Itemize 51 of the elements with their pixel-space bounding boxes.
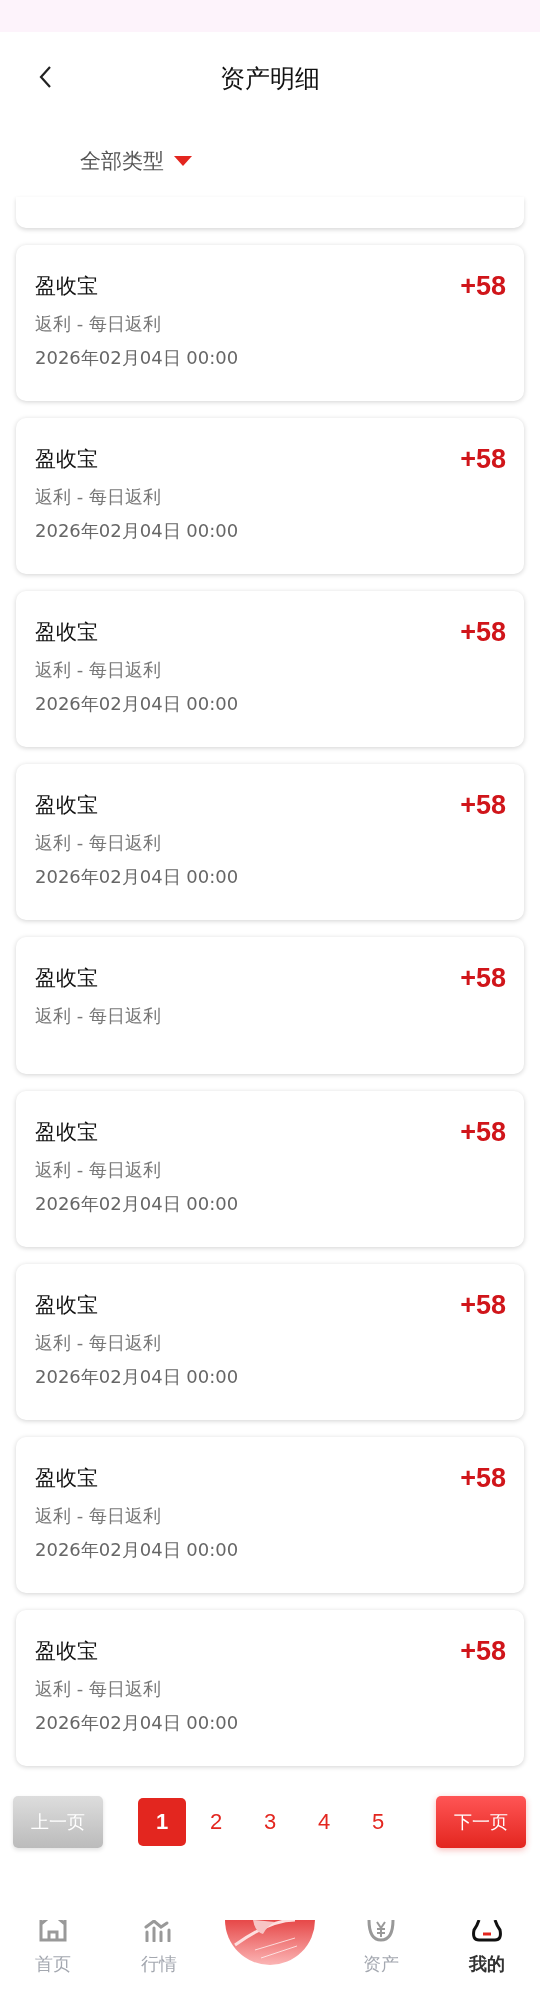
record-date: 2026年02月04日 00:00 [35,1711,239,1735]
record-category: 返利 - 每日返利 [35,1504,161,1528]
record-title: 盈收宝 [35,792,98,819]
record-title: 盈收宝 [35,446,98,473]
record-amount: +58 [460,616,506,648]
record-title: 盈收宝 [35,273,98,300]
page-number[interactable]: 2 [192,1798,240,1846]
record-date: 2026年02月04日 00:00 [35,865,239,889]
type-filter-dropdown[interactable]: 全部类型 [80,146,192,175]
record-title: 盈收宝 [35,1292,98,1319]
record-amount: +58 [460,962,506,994]
record-category: 返利 - 每日返利 [35,658,161,682]
record-date: 2026年02月04日 00:00 [35,1192,239,1216]
record-amount: +58 [460,789,506,821]
record-category: 返利 - 每日返利 [35,485,161,509]
next-page-button[interactable]: 下一页 [436,1796,526,1848]
page-title: 资产明细 [220,62,320,95]
record-amount: +58 [460,270,506,302]
page-number[interactable]: 5 [354,1798,402,1846]
money-bag-icon [365,1920,397,1942]
record-category: 返利 - 每日返利 [35,1677,161,1701]
record-category: 返利 - 每日返利 [35,1158,161,1182]
tab-bar-item[interactable]: 资产 [341,1920,421,1976]
record-amount: +58 [460,1289,506,1321]
page-number[interactable]: 3 [246,1798,294,1846]
tab-bar-item[interactable]: 行情 [119,1920,199,1976]
record-amount: +58 [460,443,506,475]
tab-bar-item[interactable]: 首页 [13,1920,93,1976]
record-date: 2026年02月04日 00:00 [35,346,239,370]
back-icon[interactable] [37,65,53,89]
record-amount: +58 [460,1462,506,1494]
record-date: 2026年02月04日 00:00 [35,1365,239,1389]
record-category: 返利 - 每日返利 [35,1331,161,1355]
record-category: 返利 - 每日返利 [35,312,161,336]
record-title: 盈收宝 [35,1638,98,1665]
record-amount: +58 [460,1116,506,1148]
record-category: 返利 - 每日返利 [35,1004,161,1028]
record-title: 盈收宝 [35,965,98,992]
record-title: 盈收宝 [35,619,98,646]
record-date: 2026年02月04日 00:00 [35,1538,239,1562]
record-category: 返利 - 每日返利 [35,831,161,855]
page-number[interactable]: 4 [300,1798,348,1846]
record-date: 2026年02月04日 00:00 [35,692,239,716]
record-title: 盈收宝 [35,1465,98,1492]
record-amount: +58 [460,1635,506,1667]
home-icon [37,1920,69,1942]
caret-icon [174,155,192,166]
tab-bar-item[interactable]: 我的 [447,1920,527,1976]
record-date: 2026年02月04日 00:00 [35,519,239,543]
record-title: 盈收宝 [35,1119,98,1146]
page-number[interactable]: 1 [138,1798,186,1846]
